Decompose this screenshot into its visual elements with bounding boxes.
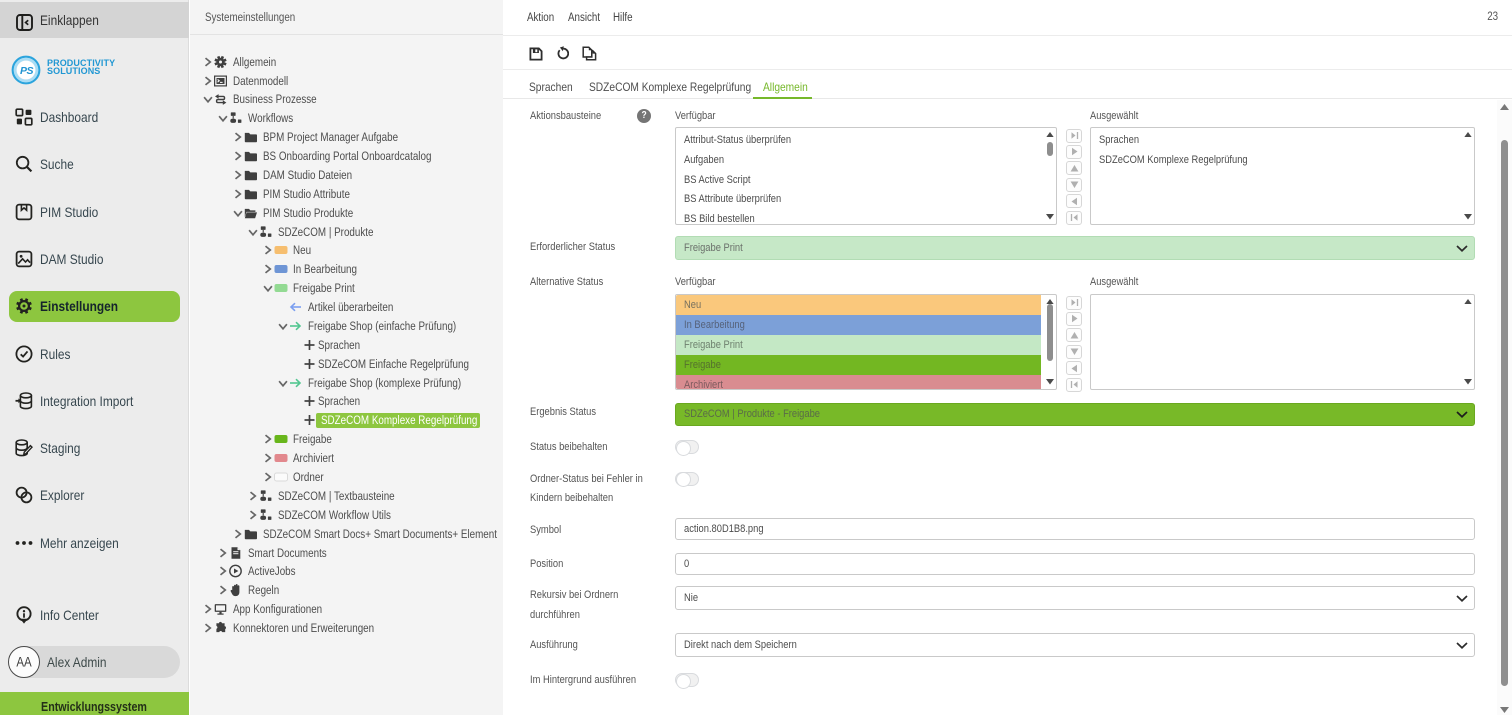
svg-text:PS: PS xyxy=(20,65,34,77)
